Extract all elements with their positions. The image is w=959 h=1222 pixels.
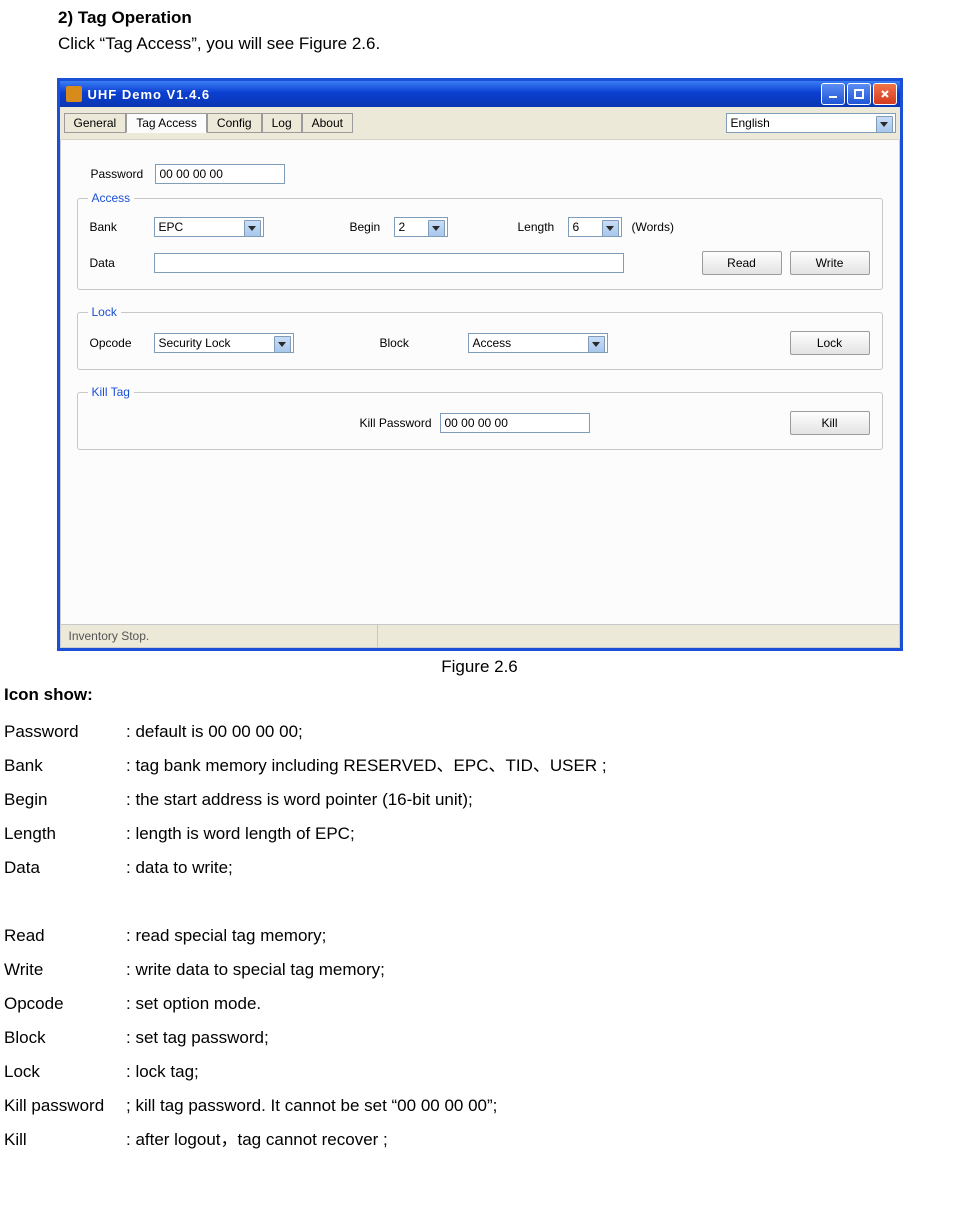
definition-desc: ; kill tag password. It cannot be set “0… [126, 1089, 497, 1123]
definition-term: Read [4, 919, 126, 953]
definition-row: Write: write data to special tag memory; [4, 953, 959, 987]
length-select[interactable]: 6 [568, 217, 622, 237]
window-title: UHF Demo V1.4.6 [88, 87, 819, 102]
chevron-down-icon [274, 336, 291, 353]
definition-term: Opcode [4, 987, 126, 1021]
data-input[interactable] [154, 253, 624, 273]
chevron-down-icon [876, 116, 893, 133]
definition-term: Length [4, 817, 126, 851]
definition-term: Bank [4, 749, 126, 783]
bank-label: Bank [90, 220, 154, 234]
length-unit: (Words) [632, 220, 674, 234]
password-input[interactable] [155, 164, 285, 184]
access-group: Access Bank EPC Begin 2 [77, 198, 883, 290]
read-button[interactable]: Read [702, 251, 782, 275]
definition-term: Block [4, 1021, 126, 1055]
tab-log[interactable]: Log [262, 113, 302, 133]
opcode-value: Security Lock [159, 336, 231, 350]
chevron-down-icon [244, 220, 261, 237]
tab-tag-access[interactable]: Tag Access [126, 113, 207, 133]
tab-content: Password Access Bank EPC Begin [60, 140, 900, 648]
definition-term: Kill password [4, 1089, 126, 1123]
lock-legend: Lock [88, 305, 121, 319]
language-value: English [731, 116, 770, 130]
definition-row: Block: set tag password; [4, 1021, 959, 1055]
app-icon [66, 86, 82, 102]
definition-row: Begin: the start address is word pointer… [4, 783, 959, 817]
tab-general[interactable]: General [64, 113, 127, 133]
password-label: Password [91, 167, 155, 181]
definition-row: Read: read special tag memory; [4, 919, 959, 953]
definition-row: Opcode : set option mode. [4, 987, 959, 1021]
definition-desc: : after logout，tag cannot recover ; [126, 1123, 388, 1157]
write-button[interactable]: Write [790, 251, 870, 275]
status-bar: Inventory Stop. [61, 624, 899, 647]
minimize-button[interactable] [821, 83, 845, 105]
definition-row: Bank: tag bank memory including RESERVED… [4, 749, 959, 783]
maximize-button[interactable] [847, 83, 871, 105]
definition-desc: : lock tag; [126, 1055, 199, 1089]
kill-group: Kill Tag Kill Password Kill [77, 392, 883, 450]
definition-row: Data: data to write; [4, 851, 959, 885]
definition-desc: : set option mode. [126, 987, 261, 1021]
figure-caption: Figure 2.6 [0, 657, 959, 677]
definition-row: Password: default is 00 00 00 00; [4, 715, 959, 749]
access-legend: Access [88, 191, 135, 205]
definition-desc: : read special tag memory; [126, 919, 326, 953]
opcode-label: Opcode [90, 336, 154, 350]
definition-term: Kill [4, 1123, 126, 1157]
definition-term: Write [4, 953, 126, 987]
definition-row: Lock: lock tag; [4, 1055, 959, 1089]
kill-password-label: Kill Password [360, 416, 440, 430]
language-select[interactable]: English [726, 113, 896, 133]
definition-row: Kill password; kill tag password. It can… [4, 1089, 959, 1123]
chevron-down-icon [588, 336, 605, 353]
begin-select[interactable]: 2 [394, 217, 448, 237]
opcode-select[interactable]: Security Lock [154, 333, 294, 353]
block-value: Access [473, 336, 512, 350]
kill-password-input[interactable] [440, 413, 590, 433]
block-select[interactable]: Access [468, 333, 608, 353]
definition-row: Length: length is word length of EPC; [4, 817, 959, 851]
icon-show-heading: Icon show: [4, 685, 959, 705]
bank-select[interactable]: EPC [154, 217, 264, 237]
tab-config[interactable]: Config [207, 113, 262, 133]
lock-button[interactable]: Lock [790, 331, 870, 355]
definition-term [4, 885, 126, 919]
definition-term: Password [4, 715, 126, 749]
kill-legend: Kill Tag [88, 385, 134, 399]
definition-term: Data [4, 851, 126, 885]
definition-desc: : data to write; [126, 851, 233, 885]
length-label: Length [518, 220, 568, 234]
definition-desc: : default is 00 00 00 00; [126, 715, 303, 749]
block-label: Block [380, 336, 424, 350]
kill-button[interactable]: Kill [790, 411, 870, 435]
tab-about[interactable]: About [302, 113, 353, 133]
definition-desc: : write data to special tag memory; [126, 953, 385, 987]
definition-row: Kill: after logout，tag cannot recover ; [4, 1123, 959, 1157]
tab-bar: General Tag Access Config Log About Engl… [60, 107, 900, 140]
data-label: Data [90, 256, 154, 270]
bank-value: EPC [159, 220, 184, 234]
definition-desc: : set tag password; [126, 1021, 269, 1055]
chevron-down-icon [428, 220, 445, 237]
definition-term: Begin [4, 783, 126, 817]
app-window: UHF Demo V1.4.6 General Tag Access Confi… [57, 78, 903, 651]
section-heading: 2) Tag Operation [58, 8, 959, 28]
chevron-down-icon [602, 220, 619, 237]
definition-desc: : tag bank memory including RESERVED、EPC… [126, 749, 607, 783]
titlebar: UHF Demo V1.4.6 [60, 81, 900, 107]
intro-text: Click “Tag Access”, you will see Figure … [58, 34, 959, 54]
definition-desc: : length is word length of EPC; [126, 817, 355, 851]
lock-group: Lock Opcode Security Lock Block Access [77, 312, 883, 370]
definition-term: Lock [4, 1055, 126, 1089]
definition-desc: : the start address is word pointer (16-… [126, 783, 473, 817]
definition-list: Password: default is 00 00 00 00;Bank: t… [4, 715, 959, 1157]
status-text: Inventory Stop. [61, 625, 378, 647]
begin-value: 2 [399, 220, 406, 234]
begin-label: Begin [350, 220, 394, 234]
length-value: 6 [573, 220, 580, 234]
definition-row [4, 885, 959, 919]
close-button[interactable] [873, 83, 897, 105]
